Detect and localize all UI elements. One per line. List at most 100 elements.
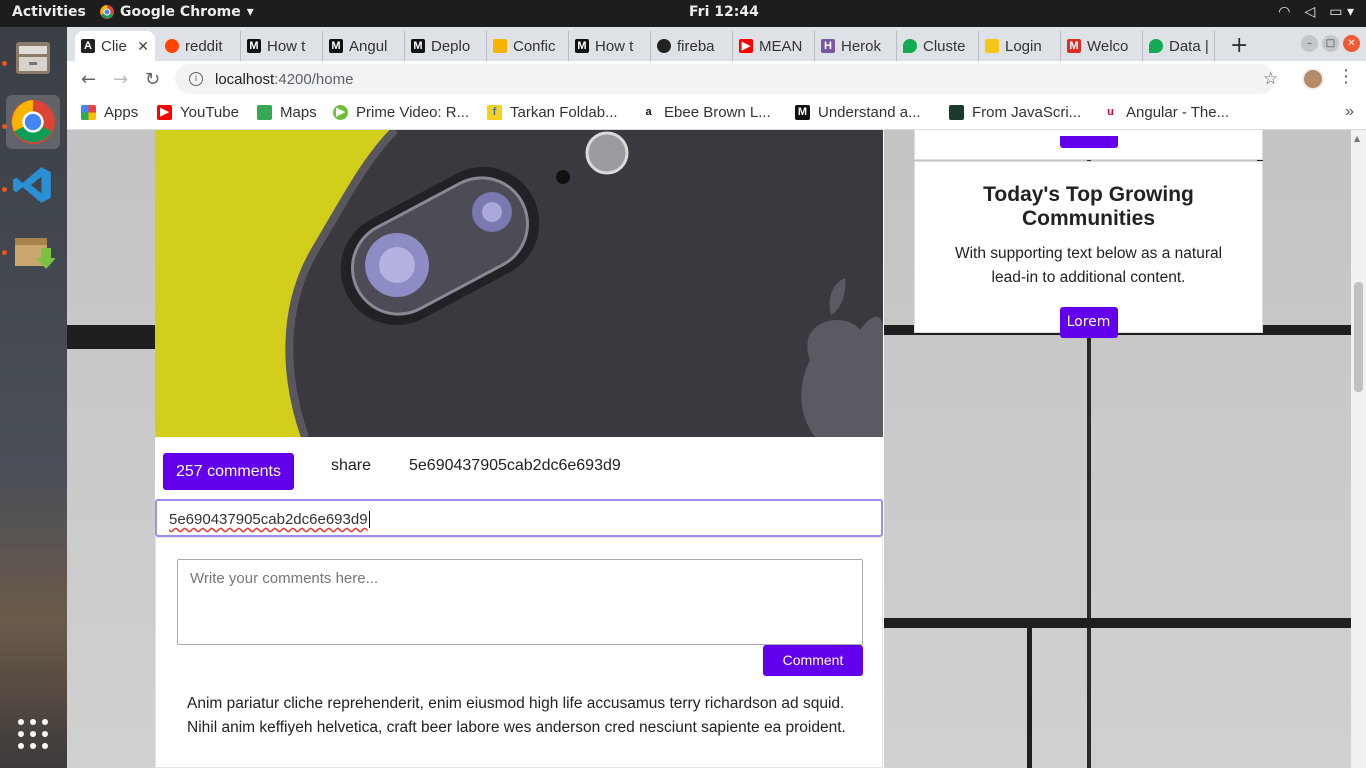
files-icon[interactable]: [6, 31, 60, 85]
tab-data[interactable]: Data |: [1143, 31, 1215, 61]
power-icon: ▭ ▾: [1329, 4, 1354, 20]
tab-medium-4[interactable]: M How t: [569, 31, 651, 61]
bookmark-label: Understand a...: [818, 104, 921, 121]
mongodb-icon: [903, 39, 917, 53]
tab-gmail[interactable]: M Welco: [1061, 31, 1143, 61]
show-applications-icon[interactable]: [6, 707, 60, 761]
wifi-icon: ◠: [1278, 4, 1291, 20]
activities-button[interactable]: Activities: [12, 4, 86, 20]
bookmark-youtube[interactable]: ▶ YouTube: [157, 104, 239, 121]
text-caret: [368, 511, 370, 528]
post-image: [155, 130, 883, 437]
angular-icon: A: [81, 39, 95, 53]
lorem-button[interactable]: Lorem: [1059, 307, 1118, 338]
archive-manager-icon[interactable]: [6, 223, 60, 277]
sidebar-card-button[interactable]: [1060, 136, 1118, 148]
bookmark-angular[interactable]: u Angular - The...: [1103, 104, 1229, 121]
comment-textarea[interactable]: Write your comments here...: [177, 559, 863, 645]
chrome-dock-icon[interactable]: [6, 95, 60, 149]
bookmark-label: Angular - The...: [1126, 104, 1230, 121]
apps-grid-icon: [81, 105, 96, 120]
tab-medium-2[interactable]: M Angul: [323, 31, 405, 61]
kebab-menu-icon[interactable]: ⋮: [1337, 66, 1355, 87]
post-id-input[interactable]: 5e690437905cab2dc6e693d9: [155, 499, 883, 537]
medium-icon: M: [575, 39, 589, 53]
tab-firebase-config[interactable]: Confic: [487, 31, 569, 61]
tab-login[interactable]: Login: [979, 31, 1061, 61]
heroku-icon: H: [821, 39, 835, 53]
clock[interactable]: Fri 12:44: [689, 4, 759, 20]
tab-label: MEAN: [759, 37, 803, 55]
system-tray[interactable]: ◠ ◁ ▭ ▾: [1278, 4, 1354, 20]
scroll-thumb[interactable]: [1354, 282, 1363, 392]
gmail-icon: M: [1067, 39, 1081, 53]
reddit-icon: [165, 39, 179, 53]
close-tab-icon[interactable]: ✕: [137, 38, 149, 55]
minimize-icon[interactable]: –: [1301, 35, 1318, 52]
page-scrollbar[interactable]: ▲: [1351, 130, 1366, 768]
maps-icon: [257, 105, 272, 120]
post-card: 257 comments share 5e690437905cab2dc6e69…: [155, 130, 884, 768]
bookmarks-overflow-icon[interactable]: »: [1345, 103, 1354, 121]
firebase-icon: [493, 39, 507, 53]
tab-cluster[interactable]: Cluste: [897, 31, 979, 61]
bookmark-label: Maps: [280, 104, 317, 121]
communities-text: With supporting text below as a natural …: [954, 245, 1223, 286]
share-link[interactable]: share: [331, 457, 371, 475]
maximize-icon[interactable]: □: [1322, 35, 1339, 52]
url-path: :4200/home: [274, 70, 354, 88]
reload-icon[interactable]: ↻: [145, 69, 160, 90]
medium-icon: M: [247, 39, 261, 53]
bookmark-from-javascript[interactable]: From JavaScri...: [949, 104, 1081, 121]
close-window-icon[interactable]: ✕: [1343, 35, 1360, 52]
mongodb-icon: [1149, 39, 1163, 53]
background-seam: [1027, 628, 1032, 768]
tab-label: Welco: [1087, 37, 1129, 55]
app-menu[interactable]: Google Chrome ▾: [100, 4, 254, 20]
youtube-icon: ▶: [157, 105, 172, 120]
bookmark-ebee-brown[interactable]: a Ebee Brown L...: [641, 104, 771, 121]
github-icon: [657, 39, 671, 53]
comment-body-text: Anim pariatur cliche reprehenderit, enim…: [187, 695, 846, 736]
vscode-icon[interactable]: [6, 158, 60, 212]
bookmark-prime-video[interactable]: ▶ Prime Video: R...: [333, 104, 469, 121]
tab-label: Login: [1005, 37, 1042, 55]
bookmark-star-icon[interactable]: ☆: [1263, 69, 1278, 89]
scroll-up-icon[interactable]: ▲: [1354, 134, 1360, 143]
bookmarks-bar: Apps ▶ YouTube Maps ▶ Prime Video: R... fT…: [67, 98, 1366, 130]
url-host: localhost: [215, 70, 275, 88]
volume-icon: ◁: [1304, 4, 1316, 20]
book-icon: [949, 105, 964, 120]
tab-medium-1[interactable]: M How t: [241, 31, 323, 61]
sidebar-card-top: [914, 130, 1263, 160]
info-icon[interactable]: i: [189, 72, 203, 86]
medium-icon: M: [795, 105, 810, 120]
forward-arrow-icon[interactable]: →: [113, 69, 128, 90]
back-arrow-icon[interactable]: ←: [81, 69, 96, 90]
new-tab-button[interactable]: +: [1230, 33, 1248, 58]
bookmark-label: YouTube: [180, 104, 239, 121]
tab-client[interactable]: A Clie ✕: [75, 31, 155, 61]
communities-title: Today's Top Growing Communities: [983, 183, 1194, 230]
tab-reddit[interactable]: reddit: [159, 31, 241, 61]
bookmark-tarkan[interactable]: f Tarkan Foldab...: [487, 104, 618, 121]
bookmark-maps[interactable]: Maps: [257, 104, 317, 121]
comments-button[interactable]: 257 comments: [163, 453, 294, 490]
bookmark-apps[interactable]: Apps: [81, 104, 138, 121]
comment-submit-button[interactable]: Comment: [763, 645, 863, 676]
tab-medium-3[interactable]: M Deplo: [405, 31, 487, 61]
tab-label: Angul: [349, 37, 388, 55]
profile-avatar[interactable]: [1302, 68, 1324, 90]
angular-university-icon: u: [1103, 105, 1118, 120]
system-top-bar: Activities Google Chrome ▾ Fri 12:44 ◠ ◁…: [0, 0, 1366, 27]
background-seam: [67, 325, 155, 349]
tab-heroku[interactable]: H Herok: [815, 31, 897, 61]
tab-youtube[interactable]: ▶ MEAN: [733, 31, 815, 61]
tab-label: fireba: [677, 37, 715, 55]
address-bar[interactable]: i localhost:4200/home: [175, 64, 1275, 94]
bookmark-label: Prime Video: R...: [356, 104, 470, 121]
tab-github[interactable]: fireba: [651, 31, 733, 61]
tab-label: reddit: [185, 37, 223, 55]
bookmark-understand[interactable]: M Understand a...: [795, 104, 921, 121]
medium-icon: M: [329, 39, 343, 53]
